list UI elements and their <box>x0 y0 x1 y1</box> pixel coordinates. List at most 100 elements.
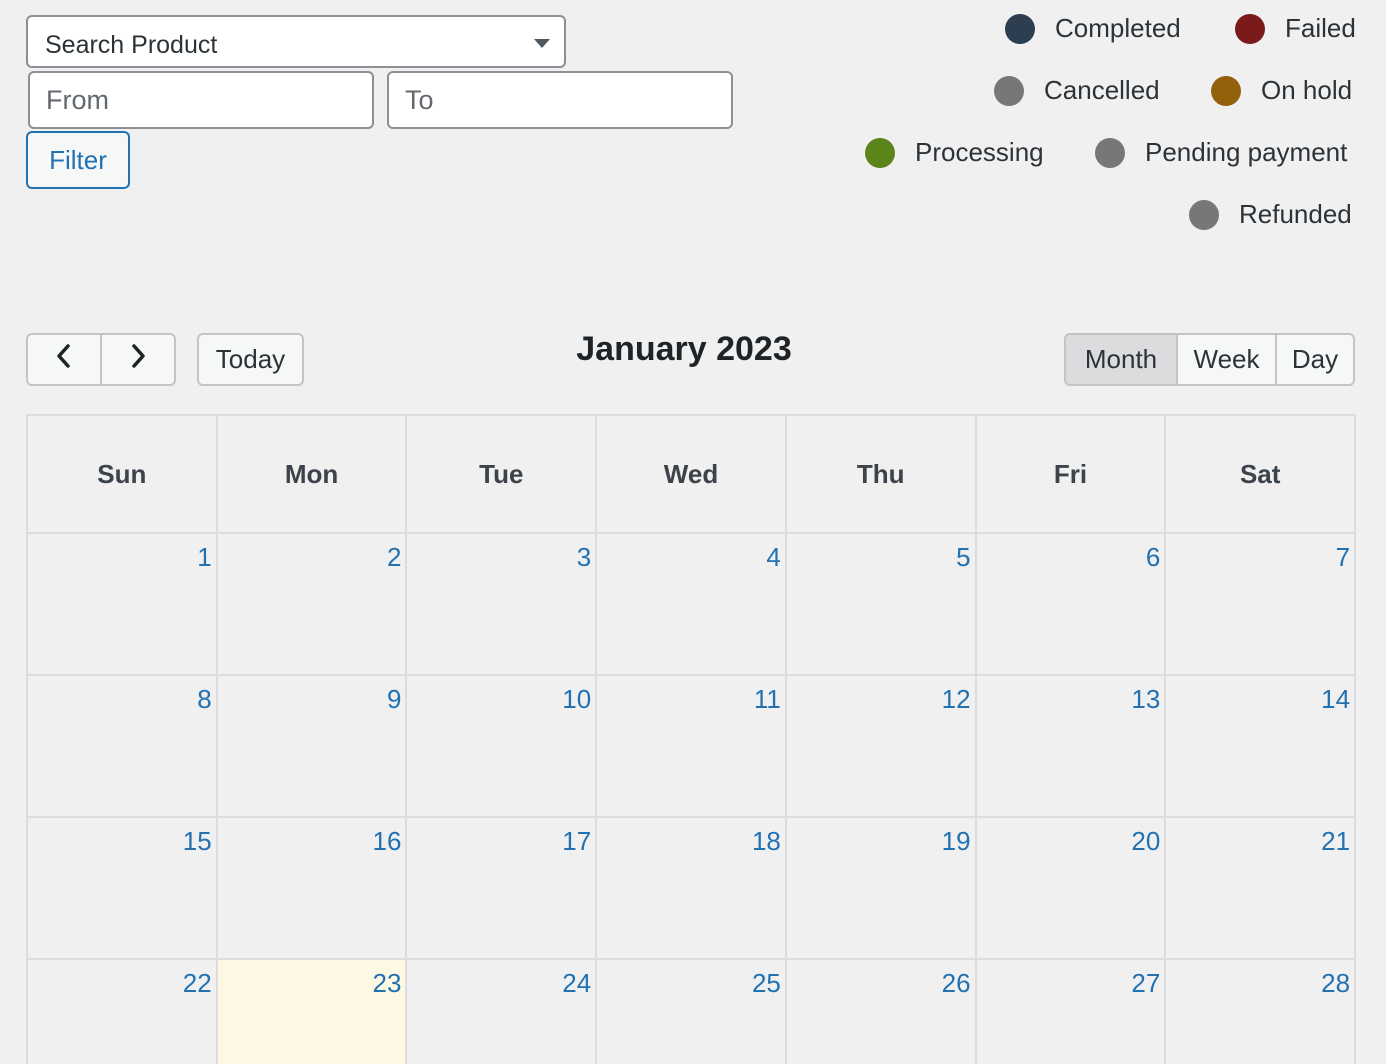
day-number-link[interactable]: 8 <box>197 684 211 715</box>
status-dot-icon <box>1095 138 1125 168</box>
day-number-link[interactable]: 3 <box>577 542 591 573</box>
day-number-link[interactable]: 7 <box>1336 542 1350 573</box>
day-view-button[interactable]: Day <box>1275 335 1353 384</box>
day-cell[interactable]: 12 <box>786 676 977 818</box>
day-number-link[interactable]: 1 <box>197 542 211 573</box>
today-button[interactable]: Today <box>197 333 304 386</box>
day-number-link[interactable]: 10 <box>562 684 591 715</box>
legend-label: Completed <box>1055 13 1181 43</box>
from-date-input[interactable] <box>28 71 374 129</box>
calendar-title: January 2023 <box>576 330 792 368</box>
day-cell[interactable]: 8 <box>28 676 218 818</box>
day-cell[interactable]: 2 <box>217 534 408 676</box>
day-number-link[interactable]: 16 <box>373 826 402 857</box>
day-cell[interactable]: 25 <box>597 960 787 1064</box>
week-row: 15 16 17 18 19 20 21 <box>28 818 1357 960</box>
day-cell[interactable]: 4 <box>597 534 787 676</box>
day-cell[interactable]: 3 <box>407 534 598 676</box>
month-view-button[interactable]: Month <box>1066 335 1176 384</box>
page: Search Product Filter Completed Failed C… <box>0 0 1386 1064</box>
day-cell[interactable]: 7 <box>1166 534 1357 676</box>
day-number-link[interactable]: 23 <box>373 968 402 999</box>
legend-label: Refunded <box>1239 199 1352 229</box>
day-cell[interactable]: 6 <box>976 534 1167 676</box>
week-row: 22 23 24 25 26 27 28 <box>28 960 1357 1064</box>
day-cell[interactable]: 10 <box>407 676 598 818</box>
day-number-link[interactable]: 21 <box>1321 826 1350 857</box>
day-number-link[interactable]: 20 <box>1131 826 1160 857</box>
day-cell[interactable]: 19 <box>786 818 977 960</box>
week-row: 8 9 10 11 12 13 14 <box>28 676 1357 818</box>
day-number-link[interactable]: 18 <box>752 826 781 857</box>
product-search-select[interactable]: Search Product <box>26 15 566 68</box>
day-number-link[interactable]: 5 <box>956 542 970 573</box>
status-dot-icon <box>1005 14 1035 44</box>
day-number-link[interactable]: 28 <box>1321 968 1350 999</box>
status-dot-icon <box>994 76 1024 106</box>
day-number-link[interactable]: 13 <box>1131 684 1160 715</box>
day-number-link[interactable]: 9 <box>387 684 401 715</box>
day-cell[interactable]: 14 <box>1166 676 1357 818</box>
day-cell[interactable]: 11 <box>597 676 787 818</box>
day-cell[interactable]: 16 <box>217 818 408 960</box>
next-month-button[interactable] <box>100 335 174 384</box>
chevron-down-icon <box>534 39 550 48</box>
day-number-link[interactable]: 26 <box>942 968 971 999</box>
day-number-link[interactable]: 4 <box>766 542 780 573</box>
legend-label: On hold <box>1261 75 1353 105</box>
weekday-header: Tue <box>407 416 598 534</box>
day-number-link[interactable]: 19 <box>942 826 971 857</box>
day-cell[interactable]: 27 <box>977 960 1167 1064</box>
day-number-link[interactable]: 12 <box>942 684 971 715</box>
to-date-input[interactable] <box>387 71 733 129</box>
day-cell[interactable]: 22 <box>28 960 218 1064</box>
day-cell[interactable]: 21 <box>1166 818 1357 960</box>
day-number-link[interactable]: 27 <box>1131 968 1160 999</box>
weekday-header: Mon <box>217 416 408 534</box>
weekday-header: Wed <box>597 416 787 534</box>
day-number-link[interactable]: 24 <box>562 968 591 999</box>
weekday-header: Sat <box>1166 416 1357 534</box>
week-row: 1 2 3 4 5 6 7 <box>28 534 1357 676</box>
legend-label: Failed <box>1285 13 1356 43</box>
day-cell[interactable]: 9 <box>217 676 408 818</box>
day-cell[interactable]: 1 <box>28 534 218 676</box>
day-number-link[interactable]: 2 <box>387 542 401 573</box>
day-cell[interactable]: 28 <box>1166 960 1357 1064</box>
day-cell[interactable]: 15 <box>28 818 218 960</box>
day-cell[interactable]: 17 <box>407 818 598 960</box>
view-switcher: Month Week Day <box>1064 333 1355 386</box>
day-cell[interactable]: 18 <box>597 818 787 960</box>
day-number-link[interactable]: 14 <box>1321 684 1350 715</box>
weekday-header: Fri <box>976 416 1167 534</box>
day-number-link[interactable]: 25 <box>752 968 781 999</box>
day-cell[interactable]: 20 <box>976 818 1167 960</box>
day-cell[interactable]: 5 <box>786 534 977 676</box>
filter-button[interactable]: Filter <box>26 131 130 189</box>
day-number-link[interactable]: 15 <box>183 826 212 857</box>
weekday-header: Thu <box>786 416 977 534</box>
prev-month-button[interactable] <box>28 335 100 384</box>
today-day-cell[interactable]: 23 <box>217 960 408 1064</box>
calendar-nav-group <box>26 333 176 386</box>
status-dot-icon <box>1235 14 1265 44</box>
day-cell[interactable]: 24 <box>407 960 598 1064</box>
legend-label: Cancelled <box>1044 75 1160 105</box>
status-dot-icon <box>1189 200 1219 230</box>
product-search-select-value: Search Product <box>45 31 218 59</box>
day-number-link[interactable]: 17 <box>562 826 591 857</box>
week-view-button[interactable]: Week <box>1176 335 1275 384</box>
day-number-link[interactable]: 22 <box>183 968 212 999</box>
day-number-link[interactable]: 11 <box>754 684 781 715</box>
day-cell[interactable]: 26 <box>787 960 977 1064</box>
status-dot-icon <box>865 138 895 168</box>
weekday-header-row: Sun Mon Tue Wed Thu Fri Sat <box>28 416 1357 534</box>
weekday-header: Sun <box>28 416 218 534</box>
day-number-link[interactable]: 6 <box>1146 542 1160 573</box>
status-dot-icon <box>1211 76 1241 106</box>
chevron-left-icon <box>53 343 75 377</box>
legend-label: Pending payment <box>1145 137 1348 167</box>
chevron-right-icon <box>127 343 149 377</box>
day-cell[interactable]: 13 <box>976 676 1167 818</box>
month-grid: Sun Mon Tue Wed Thu Fri Sat 1 2 3 4 5 6 … <box>26 414 1357 1064</box>
